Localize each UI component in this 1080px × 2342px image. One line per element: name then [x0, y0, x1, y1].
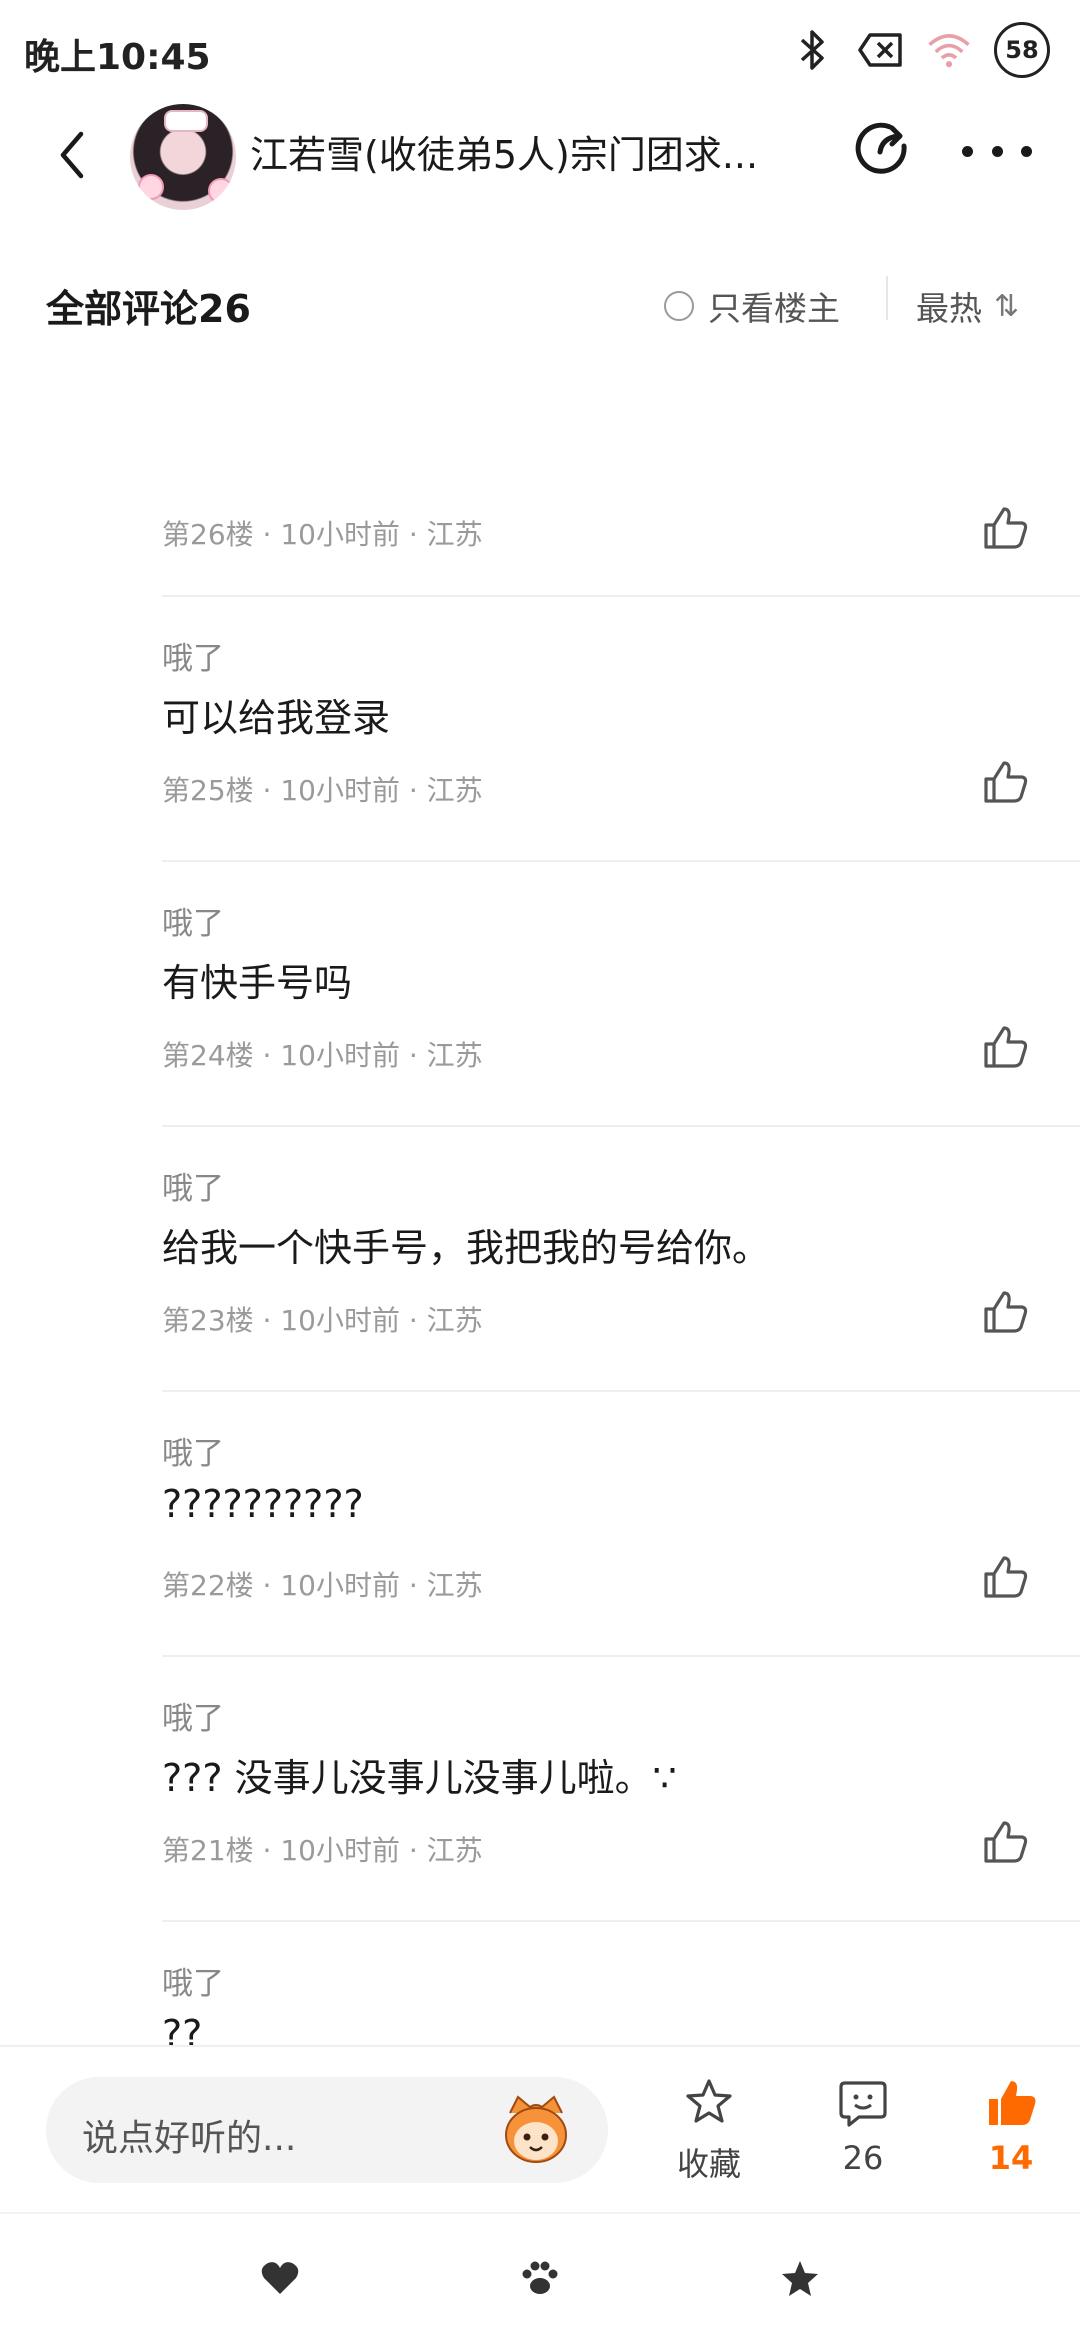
status-time: 晚上10:45: [24, 37, 211, 78]
comment-username[interactable]: 哦了: [162, 1163, 224, 1208]
comment-input[interactable]: 说点好听的...: [46, 2077, 608, 2183]
like-button[interactable]: [980, 1287, 1030, 1337]
share-button[interactable]: [850, 116, 916, 182]
paw-icon[interactable]: [512, 2250, 568, 2306]
comment-divider: [162, 595, 1080, 597]
star-icon[interactable]: [772, 2250, 828, 2306]
chevron-left-icon: [60, 131, 84, 179]
thumbs-up-icon: [984, 1026, 1028, 1068]
like-button[interactable]: [980, 757, 1030, 807]
data-off-icon: [858, 24, 904, 76]
comment-divider: [162, 1655, 1080, 1657]
comment-text: 可以给我登录: [162, 696, 391, 740]
emoji-sticker-icon[interactable]: [496, 2093, 576, 2167]
comment-item[interactable]: 哦了 ??? 没事儿没事儿没事儿啦。∵ 第21楼 · 10小时前 · 江苏: [0, 1655, 1080, 1920]
comment-divider: [162, 860, 1080, 862]
thumbs-up-icon: [984, 761, 1028, 803]
comments-count-title: 全部评论26: [46, 287, 251, 331]
like-button[interactable]: [980, 1022, 1030, 1072]
comment-divider: [162, 1390, 1080, 1392]
comment-username[interactable]: 哦了: [162, 1428, 224, 1473]
more-dots-icon[interactable]: [962, 126, 1032, 176]
comment-username[interactable]: 哦了: [162, 1693, 224, 1738]
wifi-icon: [926, 24, 972, 76]
comment-meta: 第25楼 · 10小时前 · 江苏: [162, 774, 483, 807]
comment-username[interactable]: 哦了: [162, 898, 224, 943]
comment-text: 给我一个快手号，我把我的号给你。: [162, 1226, 771, 1270]
comment-input-placeholder: 说点好听的...: [82, 2118, 297, 2159]
like-button[interactable]: [980, 1817, 1030, 1867]
thumbs-up-icon: [984, 1556, 1028, 1598]
favorite-label: 收藏: [676, 2145, 741, 2183]
comment-item[interactable]: 哦了给我一个快手号，我把我的号给你。第23楼 · 10小时前 · 江苏: [0, 1125, 1080, 1390]
thumbs-up-icon: [984, 1821, 1028, 1863]
comment-text: ??????????: [162, 1482, 364, 1526]
thumbs-up-icon: [984, 1291, 1028, 1333]
thumbs-up-icon: [984, 507, 1028, 549]
comment-meta: 第22楼 · 10小时前 · 江苏: [162, 1569, 483, 1602]
comment-username[interactable]: 哦了: [162, 1958, 224, 2003]
top-nav-bar: 江若雪(收徒弟5人)宗门团求...: [0, 100, 1080, 210]
comment-divider: [162, 1125, 1080, 1127]
system-nav-bar: [0, 2212, 1080, 2342]
comment-divider: [162, 1920, 1080, 1922]
comment-text: 有快手号吗: [162, 961, 353, 1005]
avatar-flower-decoration: [138, 174, 164, 200]
back-button[interactable]: [42, 120, 102, 190]
heart-icon[interactable]: [252, 2250, 308, 2306]
divider: [886, 276, 888, 320]
radio-icon: [664, 291, 694, 321]
sort-label: 最热: [916, 289, 982, 328]
sort-icon: ⇅: [994, 288, 1020, 324]
op-only-toggle[interactable]: 只看楼主: [664, 282, 840, 330]
comment-meta: 第24楼 · 10小时前 · 江苏: [162, 1039, 483, 1072]
status-icons: 58: [790, 22, 1050, 78]
comment-text: ??? 没事儿没事儿没事儿啦。∵: [162, 1756, 677, 1800]
thumbs-up-filled-icon: [989, 2081, 1036, 2125]
bluetooth-icon: [790, 24, 836, 76]
comment-item[interactable]: 哦了有快手号吗第24楼 · 10小时前 · 江苏: [0, 860, 1080, 1125]
comment-meta: 第26楼 · 10小时前 · 江苏: [162, 518, 483, 551]
author-avatar[interactable]: [130, 104, 236, 210]
like-post-button[interactable]: 14: [956, 2075, 1066, 2177]
sort-button[interactable]: 最热 ⇅: [916, 282, 1019, 330]
comment-bubble-icon: [839, 2081, 887, 2127]
favorite-button[interactable]: 收藏: [654, 2075, 764, 2185]
share-icon: [855, 122, 907, 174]
comment-username[interactable]: 哦了: [162, 633, 224, 678]
avatar-bow-decoration: [164, 110, 208, 132]
post-title[interactable]: 江若雪(收徒弟5人)宗门团求...: [250, 124, 810, 179]
like-button[interactable]: [980, 503, 1030, 553]
status-bar: 晚上10:45 58: [0, 0, 1080, 100]
battery-indicator: 58: [994, 22, 1050, 78]
like-button[interactable]: [980, 1552, 1030, 1602]
comment-item[interactable]: 哦了?????????? 第22楼 · 10小时前 · 江苏: [0, 1390, 1080, 1655]
comment-count: 26: [842, 2139, 884, 2177]
op-only-label: 只看楼主: [708, 289, 840, 328]
avatar-flower-decoration: [208, 178, 234, 204]
comments-header: 全部评论26 只看楼主 最热 ⇅: [0, 270, 1080, 340]
comment-meta: 第21楼 · 10小时前 · 江苏: [162, 1834, 483, 1867]
comment-meta: 第23楼 · 10小时前 · 江苏: [162, 1304, 483, 1337]
star-outline-icon: [686, 2079, 732, 2123]
bottom-action-bar: 说点好听的... 收藏 26 14: [0, 2045, 1080, 2212]
comment-item[interactable]: 哦了可以给我登录第25楼 · 10小时前 · 江苏: [0, 595, 1080, 860]
comment-meta-row: 第26楼 · 10小时前 · 江苏: [0, 495, 1080, 575]
like-count: 14: [988, 2139, 1034, 2177]
comment-button[interactable]: 26: [808, 2075, 918, 2177]
